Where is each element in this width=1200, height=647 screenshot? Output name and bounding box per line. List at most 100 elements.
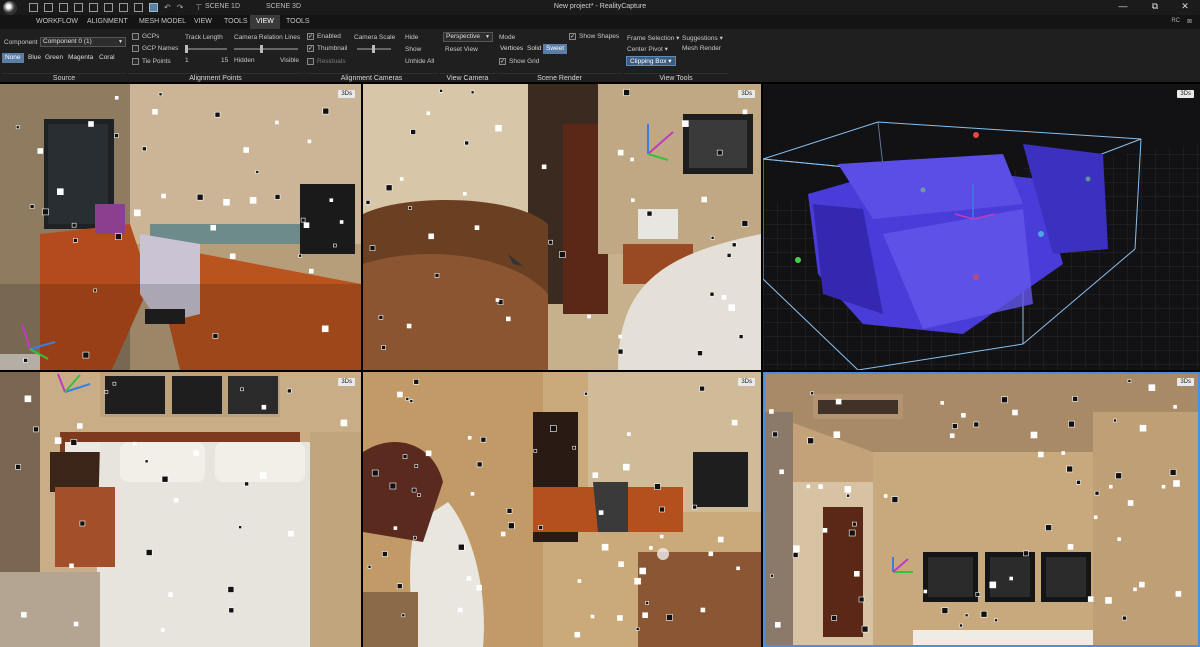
chevron-down-icon: ▼: [118, 39, 123, 45]
gcp-names-checkbox[interactable]: GCP Names: [132, 45, 178, 52]
handle-right-icon[interactable]: [1038, 231, 1044, 237]
mode-label: Mode: [499, 34, 516, 41]
layout-icon-8[interactable]: [134, 3, 143, 12]
app-logo-icon[interactable]: [3, 0, 17, 15]
thumbnail-checkbox[interactable]: ✓ Thumbnail: [307, 45, 347, 52]
mode-vertices[interactable]: Vertices: [497, 44, 526, 54]
ribbon: Component Component 0 (1) ▼ None Blue Gr…: [0, 29, 1200, 83]
show-grid-checkbox[interactable]: ✓ Show Grid: [499, 58, 539, 65]
camera-relation-lines-label: Camera Relation Lines: [234, 34, 301, 41]
gcps-checkbox[interactable]: GCPs: [132, 33, 159, 40]
layout-icon-2[interactable]: [44, 3, 53, 12]
viewport-4-badge[interactable]: 3Ds: [338, 378, 355, 386]
group-alignment-points: GCPs GCP Names Tie Points Track Length 1…: [128, 29, 303, 83]
menu-view[interactable]: VIEW: [188, 15, 218, 29]
hide-button[interactable]: Hide: [405, 34, 418, 41]
tab-scene-3d[interactable]: SCENE 3D: [266, 3, 301, 10]
unhide-all-button[interactable]: Unhide All: [405, 58, 434, 65]
checkbox-box: ✓: [569, 33, 576, 40]
color-coral[interactable]: Coral: [96, 53, 118, 63]
show-grid-label: Show Grid: [509, 58, 540, 65]
show-shapes-label: Show Shapes: [579, 33, 620, 40]
maximize-button[interactable]: ⧉: [1140, 1, 1170, 12]
viewport-1[interactable]: 3Ds: [0, 84, 361, 370]
redo-icon[interactable]: ↷: [177, 3, 184, 12]
menu-tools-2[interactable]: TOOLS: [280, 15, 316, 29]
frame-selection-label: Frame Selection: [627, 35, 675, 42]
layout-icon-3[interactable]: [59, 3, 68, 12]
projection-select[interactable]: Perspective ▼: [443, 32, 493, 42]
gcp-names-label: GCP Names: [142, 45, 179, 52]
enabled-checkbox[interactable]: ✓ Enabled: [307, 33, 341, 40]
menu-workflow[interactable]: WORKFLOW: [30, 15, 84, 29]
track-min-label: 1: [185, 57, 189, 64]
viewport-6[interactable]: 3Ds: [763, 372, 1200, 647]
layout-icon-1[interactable]: [29, 3, 38, 12]
menu-close-icon[interactable]: ⊠: [1187, 18, 1192, 25]
frame-selection-button[interactable]: Frame Selection ▾: [627, 34, 679, 42]
camera-relation-slider[interactable]: [234, 45, 298, 53]
mode-sweet[interactable]: Sweet: [543, 44, 568, 54]
center-pivot-label: Center Pivot: [627, 46, 663, 53]
handle-center-icon[interactable]: [973, 274, 979, 280]
clipping-box-button[interactable]: Clipping Box ▾: [626, 56, 676, 66]
menu-mesh-model[interactable]: MESH MODEL: [133, 15, 192, 29]
layout-icon-7[interactable]: [119, 3, 128, 12]
viewport-6-badge[interactable]: 3Ds: [1177, 378, 1194, 386]
menu-view-active[interactable]: VIEW: [250, 15, 280, 29]
close-button[interactable]: ✕: [1170, 1, 1200, 12]
viewport-3[interactable]: 3Ds: [763, 84, 1200, 370]
layout-icon-4[interactable]: [74, 3, 83, 12]
track-length-slider[interactable]: [185, 45, 227, 53]
enabled-label: Enabled: [317, 33, 341, 40]
menu-alignment[interactable]: ALIGNMENT: [81, 15, 134, 29]
show-button[interactable]: Show: [405, 46, 421, 53]
viewport-4[interactable]: 3Ds: [0, 372, 361, 647]
layout-icon-6-pane[interactable]: [149, 3, 158, 12]
handle-back-icon[interactable]: [1085, 176, 1091, 182]
center-pivot-button[interactable]: Center Pivot ▾: [627, 45, 668, 53]
group-label-scene-render: Scene Render: [497, 73, 622, 83]
visible-label: Visible: [280, 57, 300, 64]
mode-solid[interactable]: Solid: [524, 44, 544, 54]
checkbox-box: ✓: [307, 33, 314, 40]
checkbox-box: ✓: [499, 58, 506, 65]
color-green[interactable]: Green: [42, 53, 66, 63]
track-max-label: 15: [221, 57, 229, 64]
viewport-2-scene: [363, 84, 761, 370]
reset-view-button[interactable]: Reset View: [445, 46, 478, 53]
layout-icon-5[interactable]: [89, 3, 98, 12]
handle-top-icon[interactable]: [973, 132, 979, 138]
group-label-source: Source: [2, 73, 126, 83]
slider-knob[interactable]: [185, 45, 188, 53]
slider-knob[interactable]: [372, 45, 375, 53]
slider-knob[interactable]: [260, 45, 263, 53]
viewport-2[interactable]: 3Ds: [363, 84, 761, 370]
color-magenta[interactable]: Magenta: [65, 53, 96, 63]
undo-icon[interactable]: ↶: [164, 3, 171, 12]
viewport-5[interactable]: 3Ds: [363, 372, 761, 647]
layout-icon-6[interactable]: [104, 3, 113, 12]
tie-points-checkbox[interactable]: Tie Points: [132, 58, 171, 65]
viewport-3-badge[interactable]: 3Ds: [1177, 90, 1194, 98]
menu-tools[interactable]: TOOLS: [218, 15, 254, 29]
viewport-5-badge[interactable]: 3Ds: [738, 378, 755, 386]
viewport-2-badge[interactable]: 3Ds: [738, 90, 755, 98]
pin-icon[interactable]: ⊤: [195, 3, 202, 12]
suggestions-button[interactable]: Suggestions ▾: [682, 34, 723, 42]
suggestions-label: Suggestions: [682, 35, 718, 42]
group-view-tools: Frame Selection ▾ Suggestions ▾ Center P…: [624, 29, 728, 83]
camera-scale-slider[interactable]: [357, 45, 391, 53]
color-none[interactable]: None: [2, 53, 24, 63]
window-title: New project* - RealityCapture: [553, 3, 647, 10]
viewport-1-badge[interactable]: 3Ds: [338, 90, 355, 98]
handle-front-icon[interactable]: [920, 187, 926, 193]
residuals-checkbox[interactable]: Residuals: [307, 58, 346, 65]
minimize-button[interactable]: —: [1108, 1, 1138, 11]
tab-scene-1d[interactable]: SCENE 1D: [205, 3, 240, 10]
handle-left-icon[interactable]: [795, 257, 801, 263]
group-source: Component Component 0 (1) ▼ None Blue Gr…: [2, 29, 126, 83]
component-select[interactable]: Component 0 (1) ▼: [40, 37, 126, 47]
show-shapes-checkbox[interactable]: ✓ Show Shapes: [569, 33, 619, 40]
mesh-render-button[interactable]: Mesh Render: [682, 45, 721, 52]
